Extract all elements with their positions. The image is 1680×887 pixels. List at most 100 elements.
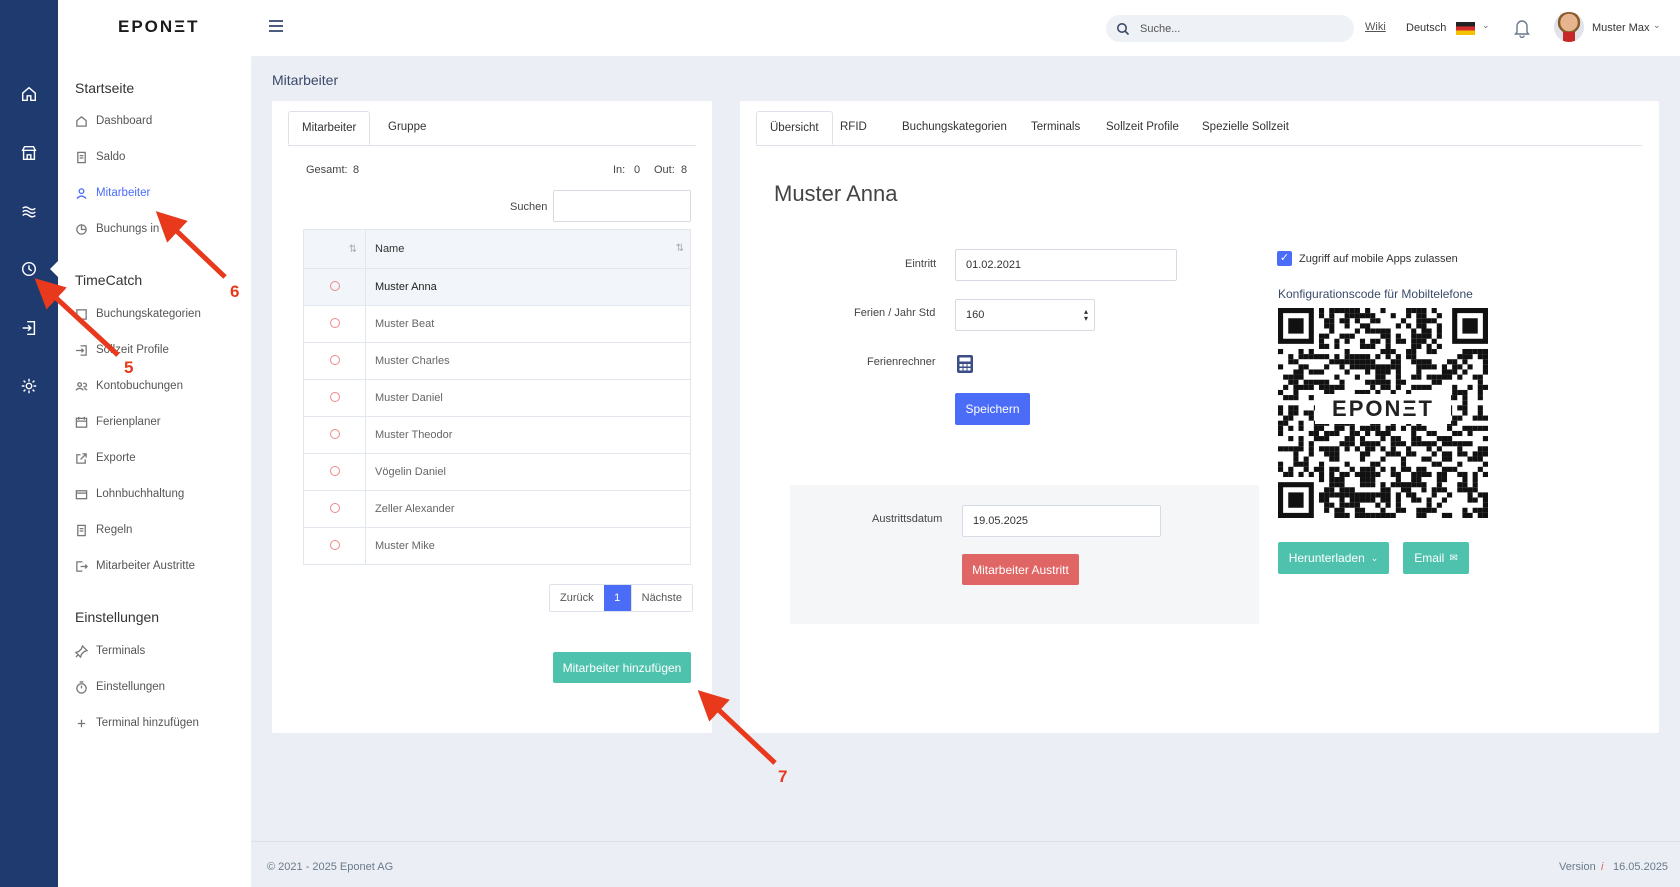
sidebar-item-saldo[interactable]: Saldo — [74, 150, 125, 164]
tab-buchungskategorien[interactable]: Buchungskategorien — [889, 111, 1020, 145]
employee-name-cell[interactable]: Muster Theodor — [365, 416, 691, 454]
employee-name-cell[interactable]: Muster Anna — [365, 268, 691, 306]
plus-icon — [74, 716, 88, 730]
save-button[interactable]: Speichern — [955, 393, 1030, 425]
employee-name-cell[interactable]: Vögelin Daniel — [365, 453, 691, 491]
table-row[interactable]: Muster Mike — [303, 527, 691, 565]
sidebar-item-exporte[interactable]: Exporte — [74, 451, 136, 465]
main-content: Mitarbeiter Mitarbeiter Gruppe Gesamt: 8… — [251, 57, 1680, 887]
sidebar-item-label: Buchungs in — [96, 223, 160, 235]
tab-spezielle-sollzeit[interactable]: Spezielle Sollzeit — [1189, 111, 1302, 145]
employee-exit-button[interactable]: Mitarbeiter Austritt — [962, 554, 1079, 585]
tab-uebersicht[interactable]: Übersicht — [756, 111, 833, 145]
wallet-icon — [74, 487, 88, 501]
brand-logo[interactable]: EPONΞT — [118, 17, 200, 37]
pagination-prev[interactable]: Zurück — [550, 585, 604, 611]
sidebar-item-label: Saldo — [96, 151, 126, 163]
search-icon — [1117, 22, 1130, 35]
avatar[interactable] — [1554, 12, 1584, 42]
sidebar-item-einstellungen[interactable]: Einstellungen — [74, 680, 165, 694]
calculator-icon[interactable] — [956, 354, 974, 374]
store-icon[interactable] — [17, 141, 41, 165]
austritt-input[interactable]: 19.05.2025 — [962, 505, 1161, 537]
sidebar-item-buchungskategorien[interactable]: Buchungskategorien — [74, 307, 201, 321]
chevron-down-icon[interactable]: ⌄ — [1482, 20, 1490, 31]
bell-icon[interactable] — [1513, 18, 1531, 38]
sort-icon[interactable]: ⇅ — [676, 243, 684, 254]
email-button[interactable]: Email ✉ — [1403, 542, 1469, 574]
sidebar-item-lohnbuchhaltung[interactable]: Lohnbuchhaltung — [74, 487, 184, 501]
employee-search-input[interactable] — [553, 190, 691, 222]
qr-code: EPONΞT — [1278, 308, 1488, 518]
annotation-7: 7 — [778, 767, 788, 786]
download-label: Herunterladen — [1288, 551, 1365, 565]
sidebar-item-mitarbeiter[interactable]: Mitarbeiter — [74, 186, 150, 200]
name-column-header[interactable]: Name ⇅ — [365, 229, 691, 269]
tab-gruppe[interactable]: Gruppe — [375, 111, 439, 145]
tab-rfid[interactable]: RFID — [827, 111, 880, 145]
document-icon — [74, 150, 88, 164]
mobile-access-checkbox[interactable]: ✓ — [1277, 251, 1292, 266]
table-row[interactable]: Muster Charles — [303, 342, 691, 380]
sort-icon[interactable]: ⇅ — [303, 229, 366, 269]
users-icon — [74, 379, 88, 393]
pagination-page-1[interactable]: 1 — [603, 585, 631, 611]
sidebar-item-mitarbeiter-austritte[interactable]: Mitarbeiter Austritte — [74, 559, 195, 573]
table-row[interactable]: Zeller Alexander — [303, 490, 691, 528]
login-icon[interactable] — [17, 316, 41, 340]
employee-name-cell[interactable]: Muster Daniel — [365, 379, 691, 417]
waves-icon[interactable] — [17, 199, 41, 223]
wiki-link[interactable]: Wiki — [1365, 21, 1386, 33]
table-row[interactable]: Muster Anna — [303, 268, 691, 306]
sidebar-item-regeln[interactable]: Regeln — [74, 523, 132, 537]
sidebar-item-ferienplaner[interactable]: Ferienplaner — [74, 415, 161, 429]
ferien-input[interactable]: 160 ▴ ▾ — [955, 299, 1095, 331]
sidebar-item-label: Regeln — [96, 524, 133, 536]
in-count: 0 — [634, 164, 641, 176]
tab-mitarbeiter[interactable]: Mitarbeiter — [288, 111, 371, 145]
table-row[interactable]: Muster Daniel — [303, 379, 691, 417]
info-icon[interactable]: i — [1601, 861, 1603, 873]
gear-icon[interactable] — [17, 374, 41, 398]
table-row[interactable]: Vögelin Daniel — [303, 453, 691, 491]
out-label: Out: — [654, 164, 675, 176]
chevron-down-icon[interactable]: ⌄ — [1653, 20, 1661, 31]
search-label: Suchen — [510, 201, 548, 213]
pagination-next[interactable]: Nächste — [630, 585, 692, 611]
home-icon[interactable] — [17, 82, 41, 106]
employee-name-cell[interactable]: Zeller Alexander — [365, 490, 691, 528]
footer: © 2021 - 2025 Eponet AG Version i 16.05.… — [251, 841, 1680, 887]
tab-sollzeit-profile[interactable]: Sollzeit Profile — [1093, 111, 1192, 145]
sidebar-item-terminal-hinzufuegen[interactable]: Terminal hinzufügen — [74, 716, 199, 730]
sidebar-item-buchungen[interactable]: Buchungs in — [74, 222, 159, 236]
tab-terminals[interactable]: Terminals — [1018, 111, 1093, 145]
sidebar-item-kontobuchungen[interactable]: Kontobuchungen — [74, 379, 183, 393]
eintritt-input[interactable]: 01.02.2021 — [955, 249, 1177, 281]
stepper-icon[interactable]: ▴ ▾ — [1084, 308, 1088, 323]
status-circle-icon — [329, 281, 340, 291]
timer-icon — [74, 680, 88, 694]
german-flag-icon[interactable] — [1456, 22, 1475, 35]
status-circle-icon — [329, 355, 340, 365]
chevron-down-icon: ⌄ — [1370, 552, 1379, 563]
clock-icon[interactable] — [17, 257, 41, 281]
search-box[interactable]: Suche... — [1106, 15, 1354, 42]
user-name[interactable]: Muster Max — [1592, 22, 1649, 34]
table-row[interactable]: Muster Beat — [303, 305, 691, 343]
sidebar-item-sollzeit-profile[interactable]: Sollzeit Profile — [74, 343, 169, 357]
language-label[interactable]: Deutsch — [1406, 22, 1446, 34]
download-button[interactable]: Herunterladen ⌄ — [1278, 542, 1389, 574]
document-icon — [74, 523, 88, 537]
employee-name-cell[interactable]: Muster Beat — [365, 305, 691, 343]
employee-name-cell[interactable]: Muster Mike — [365, 527, 691, 565]
sidebar-item-dashboard[interactable]: Dashboard — [74, 114, 152, 128]
search-input[interactable]: Suche... — [1140, 23, 1180, 35]
employee-table: ⇅ Name ⇅ Muster Anna Muster Beat Muster Cha… — [303, 229, 691, 565]
tab-divider — [288, 145, 696, 146]
logout-icon — [74, 559, 88, 573]
table-row[interactable]: Muster Theodor — [303, 416, 691, 454]
hamburger-icon[interactable] — [269, 20, 283, 32]
add-employee-button[interactable]: Mitarbeiter hinzufügen — [553, 652, 691, 683]
employee-name-cell[interactable]: Muster Charles — [365, 342, 691, 380]
sidebar-item-terminals[interactable]: Terminals — [74, 644, 145, 658]
